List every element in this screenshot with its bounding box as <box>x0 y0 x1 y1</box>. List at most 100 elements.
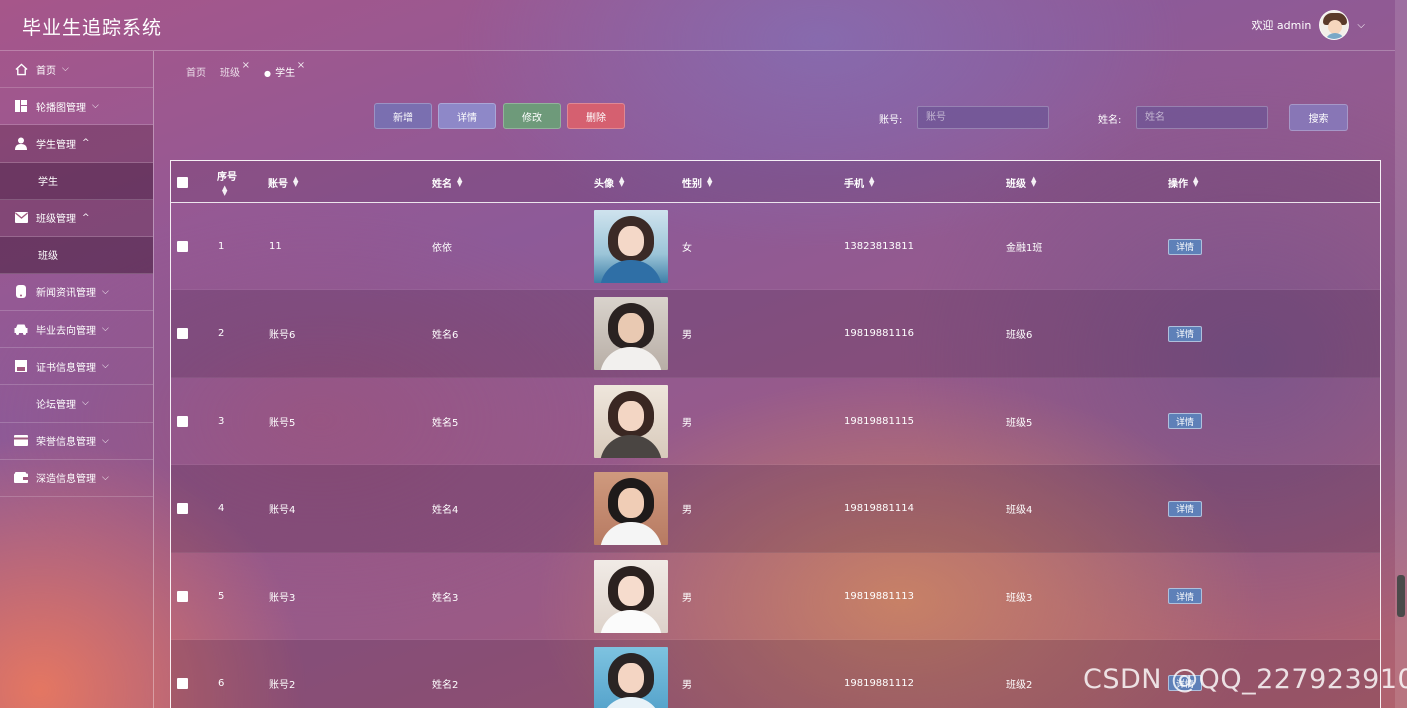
home-icon <box>14 62 28 76</box>
cell-phone: 19819881114 <box>844 503 914 515</box>
cell-gender: 男 <box>682 505 692 517</box>
sidebar-item-graduation-destination[interactable]: 毕业去向管理 ⌵ <box>0 311 153 349</box>
row-checkbox[interactable] <box>177 328 188 340</box>
cell-account: 账号4 <box>269 505 296 517</box>
row-detail-button[interactable]: 详情 <box>1168 500 1202 517</box>
row-detail-button[interactable]: 详情 <box>1168 238 1202 255</box>
sidebar-item-home[interactable]: 首页 ⌵ <box>0 51 153 89</box>
cell-name: 姓名4 <box>432 505 459 517</box>
search-button[interactable]: 搜索 <box>1289 104 1348 131</box>
tab-class[interactable]: 班级 × <box>220 60 250 79</box>
sidebar-subitem-class[interactable]: 班级 <box>0 236 153 274</box>
app-title: 毕业生追踪系统 <box>22 17 163 39</box>
name-search-input[interactable] <box>1136 106 1268 129</box>
cell-phone: 19819881115 <box>844 415 914 427</box>
page-scrollbar[interactable] <box>1395 0 1407 708</box>
sidebar-item-news-management[interactable]: 新闻资讯管理 ⌵ <box>0 274 153 311</box>
cell-phone: 19819881112 <box>844 677 914 689</box>
sidebar-item-further-study-management[interactable]: 深造信息管理 ⌵ <box>0 460 153 497</box>
breadcrumb-tabs: 首页 班级 × 学生 × <box>186 60 305 79</box>
sort-icon[interactable]: ▲ ▼ <box>293 176 298 188</box>
row-checkbox[interactable] <box>177 503 188 515</box>
sidebar-subitem-student[interactable]: 学生 <box>0 162 153 200</box>
tab-home[interactable]: 首页 <box>186 64 206 79</box>
sidebar-item-label: 学生管理 <box>36 139 76 151</box>
table-row[interactable]: 2 账号6 姓名6 男 19819881116 班级6 详情 <box>171 290 1380 378</box>
add-button[interactable]: 新增 <box>374 103 432 129</box>
row-checkbox[interactable] <box>177 241 188 252</box>
row-checkbox[interactable] <box>177 677 188 689</box>
save-icon <box>14 359 28 373</box>
mail-icon <box>14 211 28 225</box>
sort-icon[interactable]: ▲ ▼ <box>869 176 874 188</box>
sort-icon[interactable]: ▲ ▼ <box>1193 176 1198 188</box>
delete-button[interactable]: 删除 <box>567 103 625 129</box>
column-label: 序号 <box>217 172 237 183</box>
cell-seq: 2 <box>218 328 225 340</box>
table-row[interactable]: 3 账号5 姓名5 男 19819881115 班级5 详情 <box>171 378 1380 466</box>
sidebar-item-label: 证书信息管理 <box>36 362 96 374</box>
edit-button[interactable]: 修改 <box>503 103 561 129</box>
close-icon[interactable]: × <box>297 60 305 71</box>
column-header-account[interactable]: 账号 ▲ ▼ <box>268 161 298 203</box>
row-detail-button[interactable]: 详情 <box>1168 588 1202 605</box>
column-header-phone[interactable]: 手机 ▲ ▼ <box>844 161 874 203</box>
sidebar-item-certificate-management[interactable]: 证书信息管理 ⌵ <box>0 348 153 386</box>
column-header-avatar[interactable]: 头像 ▲ ▼ <box>594 161 624 203</box>
column-header-action[interactable]: 操作 ▲ ▼ <box>1168 161 1198 203</box>
user-menu[interactable]: 欢迎 admin ⌵ <box>1251 10 1365 40</box>
select-all-checkbox[interactable] <box>177 176 188 188</box>
column-header-seq[interactable]: 序号 ▲ ▼ <box>217 161 237 203</box>
column-header-gender[interactable]: 性别 ▲ ▼ <box>682 161 712 203</box>
sort-icon[interactable]: ▲ ▼ <box>707 176 712 188</box>
sort-icon[interactable]: ▲ ▼ <box>222 185 227 197</box>
column-label: 手机 <box>844 178 864 190</box>
student-photo <box>594 472 668 546</box>
sidebar-item-forum-management[interactable]: 论坛管理 ⌵ <box>0 385 153 423</box>
tab-label: 学生 <box>275 68 296 79</box>
detail-button[interactable]: 详情 <box>438 103 496 129</box>
cell-account: 账号3 <box>269 592 296 604</box>
row-detail-button[interactable]: 详情 <box>1168 413 1202 430</box>
cell-gender: 男 <box>682 417 692 429</box>
sort-icon[interactable]: ▲ ▼ <box>457 176 462 188</box>
table-row[interactable]: 4 账号4 姓名4 男 19819881114 班级4 详情 <box>171 465 1380 553</box>
row-checkbox[interactable] <box>177 590 188 602</box>
close-icon[interactable]: × <box>242 60 250 71</box>
table-row[interactable]: 5 账号3 姓名3 男 19819881113 班级3 详情 <box>171 553 1380 640</box>
card-icon <box>14 434 28 448</box>
cell-phone: 19819881116 <box>844 328 914 340</box>
sidebar-item-honor-management[interactable]: 荣誉信息管理 ⌵ <box>0 423 153 460</box>
column-header-name[interactable]: 姓名 ▲ ▼ <box>432 161 462 203</box>
phone-icon <box>14 285 28 299</box>
sidebar-item-class-management[interactable]: 班级管理 ^ <box>0 199 153 237</box>
student-table: 序号 ▲ ▼ 账号 ▲ ▼ 姓名 ▲ ▼ 头像 ▲ ▼ 性别 ▲ ▼ 手机 ▲ ▼ 班级 ▲… <box>170 160 1381 708</box>
cell-account: 11 <box>269 241 282 252</box>
sort-icon[interactable]: ▲ ▼ <box>1031 176 1036 188</box>
avatar[interactable] <box>1319 10 1350 40</box>
wallet-icon <box>14 471 28 485</box>
student-photo <box>594 384 668 458</box>
column-label: 头像 <box>594 178 614 190</box>
sidebar-item-student-management[interactable]: 学生管理 ^ <box>0 125 153 163</box>
column-label: 操作 <box>1168 178 1188 190</box>
table-row[interactable]: 1 11 依依 女 13823813811 金融1班 详情 <box>171 203 1380 291</box>
row-checkbox[interactable] <box>177 415 188 427</box>
top-header: 毕业生追踪系统 欢迎 admin ⌵ <box>0 0 1395 51</box>
column-header-class[interactable]: 班级 ▲ ▼ <box>1006 161 1036 203</box>
scrollbar-thumb[interactable] <box>1397 575 1405 617</box>
row-detail-button[interactable]: 详情 <box>1168 325 1202 342</box>
sort-icon[interactable]: ▲ ▼ <box>619 176 624 188</box>
account-search-input[interactable] <box>917 106 1049 129</box>
sidebar-item-label: 论坛管理 <box>36 399 76 411</box>
cell-name: 姓名2 <box>432 679 459 691</box>
chevron-down-icon: ⌵ <box>92 101 99 112</box>
column-label: 性别 <box>682 178 702 190</box>
tab-student[interactable]: 学生 × <box>264 60 305 79</box>
column-label: 账号 <box>268 178 288 190</box>
cell-class: 金融1班 <box>1006 243 1043 254</box>
dashboard-icon <box>14 99 28 113</box>
cell-name: 姓名3 <box>432 592 459 604</box>
chevron-down-icon[interactable]: ⌵ <box>1357 20 1365 31</box>
sidebar-item-carousel[interactable]: 轮播图管理 ⌵ <box>0 88 153 126</box>
